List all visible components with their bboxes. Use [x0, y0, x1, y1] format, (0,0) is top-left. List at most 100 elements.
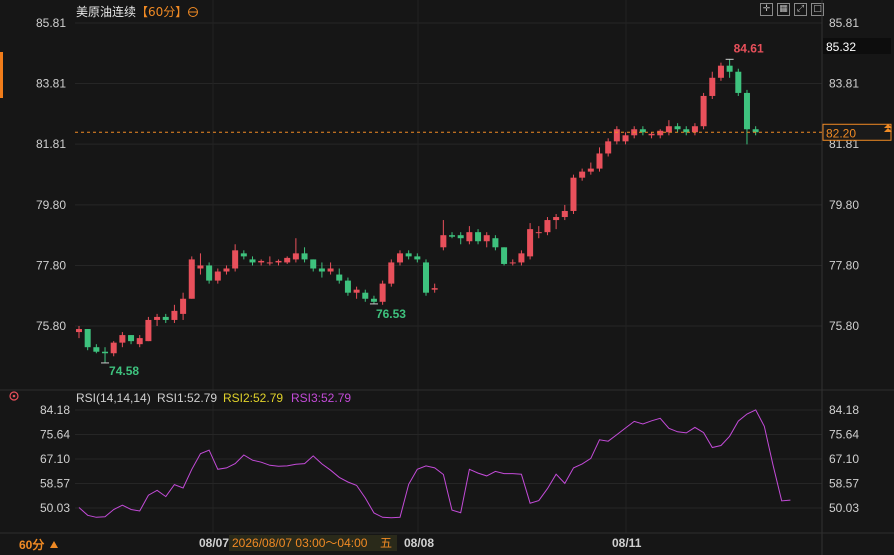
mid-low-annotation: 76.53 — [369, 303, 406, 321]
candle — [405, 250, 412, 260]
rsi1-value: RSI1:52.79 — [157, 391, 217, 405]
candle — [388, 259, 395, 287]
candle — [414, 253, 421, 263]
candle — [110, 341, 117, 357]
candle — [605, 138, 612, 157]
candle — [501, 247, 508, 266]
date-label-0811: 08/11 — [612, 536, 642, 550]
rsi-tick-left: 50.03 — [40, 501, 70, 515]
candle — [483, 232, 490, 248]
candle — [128, 335, 135, 345]
crosshair-time: 2026/08/07 03:00～04:00 — [232, 536, 368, 550]
candle — [336, 268, 343, 284]
chart-canvas[interactable]: 美原油连续 【60分】 85.81 85.8183.81 83.8181.81 81.… — [0, 0, 894, 555]
candle — [492, 235, 499, 251]
candle — [310, 259, 317, 272]
candle — [648, 132, 655, 139]
candle — [162, 313, 169, 323]
date-label-0807: 08/07 — [199, 536, 229, 550]
candle — [266, 256, 273, 266]
period-toggle-icon[interactable] — [50, 541, 58, 548]
candle — [180, 292, 187, 320]
rsi-tick-left: 84.18 — [40, 403, 70, 417]
candle — [249, 256, 256, 266]
candle — [362, 289, 369, 302]
candle — [284, 256, 291, 264]
candle — [717, 62, 724, 81]
candle — [752, 126, 759, 136]
price-axis: 85.81 85.8183.81 83.8181.81 81.8179.80 79.80… — [36, 16, 859, 333]
candle — [691, 123, 698, 136]
rsi-tick-left: 75.64 — [40, 428, 70, 442]
settings-circle-icon[interactable] — [188, 7, 198, 17]
candle — [657, 129, 664, 139]
candle — [579, 168, 586, 181]
candle — [275, 259, 282, 266]
candle — [206, 262, 213, 284]
svg-text:74.58: 74.58 — [109, 364, 139, 378]
candle — [743, 89, 750, 145]
price-tick-left: 83.81 — [36, 77, 66, 91]
candle — [639, 126, 646, 136]
candle — [665, 120, 672, 136]
price-tick-left: 75.80 — [36, 319, 66, 333]
candle — [119, 332, 126, 348]
rsi3-value: RSI3:52.79 — [291, 391, 351, 405]
rsi-tick-left: 67.10 — [40, 452, 70, 466]
candle — [596, 147, 603, 172]
candle — [240, 250, 247, 260]
candle — [396, 250, 403, 266]
candle — [93, 344, 100, 354]
candle — [735, 68, 742, 96]
candle — [154, 313, 161, 326]
candle — [700, 92, 707, 130]
rsi-tick-right: 50.03 — [829, 501, 859, 515]
candle — [553, 214, 560, 230]
footer-period[interactable]: 60分 — [19, 537, 44, 552]
candle — [674, 123, 681, 133]
candle — [431, 283, 438, 293]
candle — [527, 223, 534, 260]
candle — [171, 304, 178, 323]
candle — [561, 204, 568, 221]
candle — [188, 256, 195, 299]
candle — [535, 226, 542, 239]
candle — [457, 232, 464, 245]
candle — [379, 280, 386, 305]
candle — [344, 277, 351, 296]
candle — [622, 132, 629, 145]
price-tick-right: 79.80 — [829, 198, 859, 212]
rsi-tick-right: 58.57 — [829, 476, 859, 490]
candle — [518, 250, 525, 266]
candle — [423, 259, 429, 296]
price-tick-right: 77.80 — [829, 258, 859, 272]
price-tick-right: 83.81 — [829, 77, 859, 91]
svg-text:76.53: 76.53 — [376, 307, 406, 321]
candle — [466, 226, 473, 245]
svg-text:82.20: 82.20 — [826, 126, 856, 140]
price-tick-left: 77.80 — [36, 258, 66, 272]
price-tick-left: 79.80 — [36, 198, 66, 212]
candle — [76, 326, 82, 339]
candle — [258, 259, 265, 266]
candle — [544, 217, 551, 236]
candle — [102, 347, 109, 363]
rsi-line — [78, 409, 791, 519]
instrument-title: 美原油连续 — [76, 4, 136, 19]
candle — [214, 268, 221, 284]
candle — [370, 295, 377, 304]
rsi-params-label: RSI(14,14,14) — [76, 391, 151, 405]
candle — [145, 316, 152, 342]
candle — [613, 126, 620, 145]
candle — [449, 232, 456, 239]
candle — [683, 126, 690, 136]
candlestick-series — [76, 59, 759, 363]
rsi2-value: RSI2:52.79 — [223, 391, 283, 405]
candle — [318, 262, 325, 278]
candle — [570, 174, 577, 215]
candle — [301, 247, 308, 263]
indicator-eye-icon[interactable] — [9, 391, 19, 401]
candle — [709, 71, 716, 99]
candle — [292, 238, 299, 263]
price-tick-left: 81.81 — [36, 137, 66, 151]
